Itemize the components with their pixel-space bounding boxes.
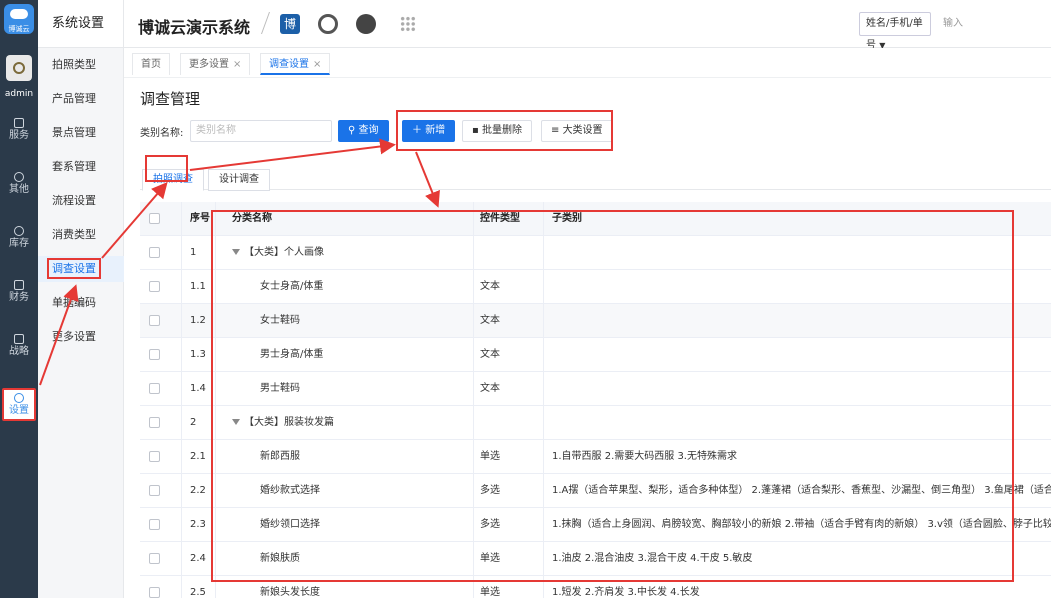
sidebar-item-survey[interactable]: 调查设置 [38,256,124,282]
app-logo[interactable]: 博诚云 [4,4,34,34]
page-tabs: 首页 更多设置 × 调查设置 × [124,48,1051,78]
sidebar-item-products[interactable]: 产品管理 [38,86,124,112]
row-checkbox[interactable] [140,338,182,372]
rail-item-other[interactable]: 其他 [0,172,38,195]
row-checkbox[interactable] [140,508,182,542]
row-checkbox[interactable] [140,270,182,304]
sidebar-item-more[interactable]: 更多设置 [38,324,124,350]
row-checkbox[interactable] [140,406,182,440]
tab-survey-settings[interactable]: 调查设置 × [260,53,331,75]
app-shortcut-icon[interactable]: 博 [280,14,300,34]
tab-home[interactable]: 首页 [132,53,170,75]
search-icon: ⚲ [348,125,359,136]
grid-icon [14,118,24,128]
clock-icon [14,172,24,182]
header-divider [249,12,271,34]
rail-item-inventory[interactable]: 库存 [0,226,38,249]
rail-item-service[interactable]: 服务 [0,118,38,141]
sidebar-item-packages[interactable]: 套系管理 [38,154,124,180]
user-avatar[interactable] [6,55,32,81]
close-icon[interactable]: × [233,59,241,70]
page-title: 调查管理 [140,90,201,108]
filter-label: 类别名称: [140,128,184,139]
person-app-icon[interactable] [356,14,376,34]
sidebar-item-scenes[interactable]: 景点管理 [38,120,124,146]
survey-sub-tabs: 拍照调查 设计调查 [140,166,1051,191]
top-header: 博诚云演示系统 博 姓名/手机/单号 ▼ 输入 [124,0,1051,51]
row-checkbox[interactable] [140,542,182,576]
gear-icon [14,393,24,403]
left-rail: 博诚云 admin 服务 其他 库存 财务 战略 设置 [0,0,38,598]
rail-item-strategy[interactable]: 战略 [0,334,38,357]
row-checkbox[interactable] [140,372,182,406]
rail-item-settings[interactable]: 设置 [2,388,36,421]
sidebar-title: 系统设置 [38,0,123,48]
tab-more-settings[interactable]: 更多设置 × [180,53,251,75]
sidebar-item-workflow[interactable]: 流程设置 [38,188,124,214]
header-search-input[interactable]: 输入 [935,12,1051,36]
query-button[interactable]: ⚲ 查询 [338,120,389,142]
wallet-icon [14,280,24,290]
category-name-input[interactable]: 类别名称 [190,120,332,142]
sidebar-item-doc-code[interactable]: 单据编码 [38,290,124,316]
strategy-icon [14,334,24,344]
close-icon[interactable]: × [313,59,321,70]
system-name: 博诚云演示系统 [138,18,251,37]
row-checkbox[interactable] [140,236,182,270]
sidebar-item-photo-type[interactable]: 拍照类型 [38,52,124,78]
search-type-select[interactable]: 姓名/手机/单号 ▼ [859,12,931,51]
settings-sidebar: 系统设置 拍照类型 产品管理 景点管理 套系管理 流程设置 消费类型 调查设置 … [38,0,124,598]
sub-tab-highlight-box [145,155,188,182]
row-checkbox[interactable] [140,304,182,338]
sidebar-item-consumption[interactable]: 消费类型 [38,222,124,248]
rail-item-finance[interactable]: 财务 [0,280,38,303]
tab-design-survey[interactable]: 设计调查 [208,169,270,191]
buttons-highlight-box [396,110,613,151]
select-all-checkbox[interactable] [140,202,182,236]
apps-grid-icon[interactable] [400,16,416,32]
row-checkbox[interactable] [140,474,182,508]
box-icon [14,226,24,236]
table-highlight-box [211,210,1014,582]
row-checkbox[interactable] [140,440,182,474]
swirl-app-icon[interactable] [318,14,338,34]
user-name: admin [4,89,34,99]
row-checkbox[interactable] [140,576,182,598]
